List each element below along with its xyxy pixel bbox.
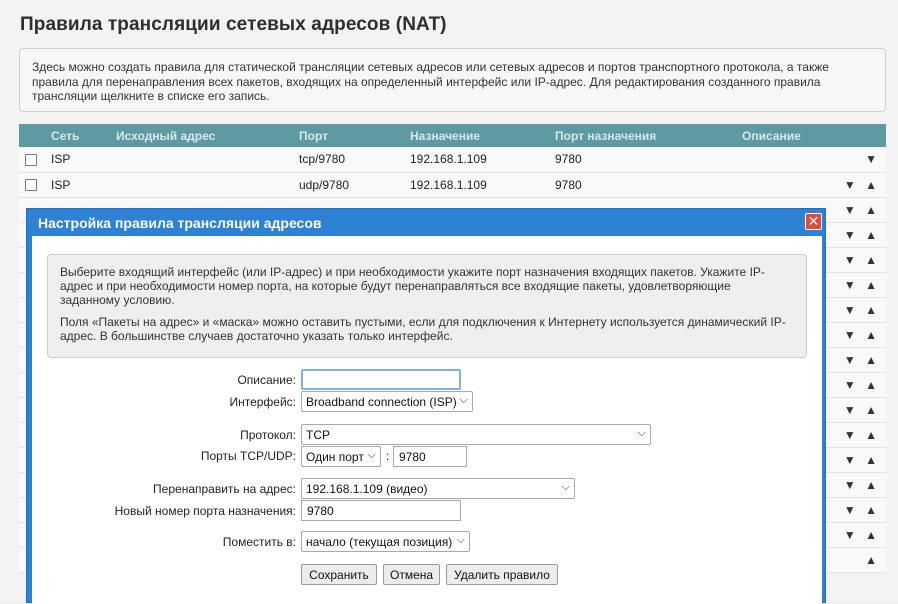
protocol-select[interactable]: TCP ⌵	[301, 424, 651, 445]
column-header-network: Сеть	[51, 128, 80, 143]
column-header-description: Описание	[742, 128, 801, 143]
interface-select-value: Broadband connection (ISP)	[306, 395, 457, 409]
cell-destination: 192.168.1.109	[410, 152, 487, 167]
move-arrows-icon[interactable]: ▼ ▲	[844, 328, 880, 342]
move-arrows-icon[interactable]: ▼ ▲	[844, 253, 880, 267]
move-arrows-icon[interactable]: ▼ ▲	[844, 303, 880, 317]
cell-network: ISP	[51, 152, 71, 167]
ports-mode-select[interactable]: Один порт ⌵	[301, 446, 381, 467]
move-arrows-icon[interactable]: ▼ ▲	[844, 178, 880, 192]
move-arrows-icon[interactable]: ▼	[865, 152, 880, 166]
page-title: Правила трансляции сетевых адресов (NAT)	[20, 14, 447, 35]
cancel-button[interactable]: Отмена	[383, 564, 440, 585]
dialog-info-paragraph: Выберите входящий интерфейс (или IP-адре…	[60, 265, 765, 307]
page-info-box: Здесь можно создать правила для статичес…	[19, 48, 886, 112]
move-arrows-icon[interactable]: ▲	[865, 553, 880, 567]
column-header-destination: Назначение	[410, 128, 481, 143]
move-arrows-icon[interactable]: ▼ ▲	[844, 403, 880, 417]
column-header-dest-port: Порт назначения	[555, 128, 657, 143]
dialog-titlebar[interactable]: Настройка правила трансляции адресов ✕	[27, 209, 825, 236]
place-select[interactable]: начало (текущая позиция) ⌵	[301, 531, 470, 552]
cell-source	[116, 172, 299, 197]
table-header-row: Сеть Исходный адрес Порт Назначение Порт…	[19, 124, 886, 147]
new-port-label: Новый номер порта назначения:	[114, 504, 296, 518]
chevron-down-icon: ⌵	[456, 534, 465, 546]
description-input[interactable]	[301, 369, 461, 390]
protocol-select-value: TCP	[306, 428, 330, 442]
move-arrows-icon[interactable]: ▼ ▲	[844, 503, 880, 517]
interface-label: Интерфейс:	[229, 395, 296, 409]
cell-description	[742, 147, 842, 172]
move-arrows-icon[interactable]: ▼ ▲	[844, 428, 880, 442]
save-button[interactable]: Сохранить	[301, 564, 377, 585]
description-label: Описание:	[237, 373, 296, 387]
move-arrows-icon[interactable]: ▼ ▲	[844, 528, 880, 542]
cell-description	[742, 172, 842, 197]
interface-select[interactable]: Broadband connection (ISP) ⌵	[301, 391, 473, 412]
cell-dest-port: 9780	[555, 177, 582, 192]
port-input[interactable]	[393, 446, 467, 467]
chevron-down-icon: ⌵	[561, 481, 570, 493]
ports-label: Порты TCP/UDP:	[200, 449, 296, 463]
place-select-value: начало (текущая позиция)	[306, 535, 453, 549]
cell-destination: 192.168.1.109	[410, 177, 487, 192]
delete-rule-button[interactable]: Удалить правило	[446, 564, 558, 585]
chevron-down-icon: ⌵	[367, 449, 376, 461]
move-arrows-icon[interactable]: ▼ ▲	[844, 228, 880, 242]
move-arrows-icon[interactable]: ▼ ▲	[844, 378, 880, 392]
new-port-input[interactable]	[301, 500, 461, 521]
row-checkbox[interactable]	[25, 179, 37, 192]
move-arrows-icon[interactable]: ▼ ▲	[844, 278, 880, 292]
move-arrows-icon[interactable]: ▼ ▲	[844, 353, 880, 367]
cell-port: udp/9780	[299, 177, 350, 192]
move-arrows-icon[interactable]: ▼ ▲	[844, 203, 880, 217]
cell-source	[116, 147, 299, 172]
move-arrows-icon[interactable]: ▼ ▲	[844, 453, 880, 467]
column-header-source: Исходный адрес	[116, 128, 216, 143]
dialog-title: Настройка правила трансляции адресов	[38, 215, 322, 231]
redirect-label: Перенаправить на адрес:	[153, 482, 296, 496]
place-label: Поместить в:	[222, 535, 296, 549]
chevron-down-icon: ⌵	[459, 394, 468, 406]
table-row[interactable]: ISP tcp/9780 192.168.1.109 9780 ▼	[19, 147, 886, 172]
dialog-body: Выберите входящий интерфейс (или IP-адре…	[32, 236, 822, 604]
move-arrows-icon[interactable]: ▼ ▲	[844, 478, 880, 492]
cell-dest-port: 9780	[555, 152, 582, 167]
close-icon[interactable]: ✕	[805, 213, 822, 230]
protocol-label: Протокол:	[240, 428, 296, 442]
dialog-info-box: Выберите входящий интерфейс (или IP-адре…	[47, 254, 807, 358]
nat-rule-dialog: Настройка правила трансляции адресов ✕ В…	[26, 208, 826, 604]
table-row[interactable]: ISP udp/9780 192.168.1.109 9780 ▼ ▲	[19, 172, 886, 197]
column-header-port: Порт	[299, 128, 329, 143]
cell-network: ISP	[51, 177, 71, 192]
redirect-address-value: 192.168.1.109 (видео)	[306, 482, 428, 496]
cell-port: tcp/9780	[299, 152, 346, 167]
chevron-down-icon: ⌵	[637, 427, 646, 439]
row-checkbox[interactable]	[25, 154, 37, 167]
port-separator: :	[386, 449, 390, 463]
redirect-address-select[interactable]: 192.168.1.109 (видео) ⌵	[301, 478, 575, 499]
ports-mode-value: Один порт	[306, 450, 364, 464]
dialog-info-paragraph: Поля «Пакеты на адрес» и «маска» можно о…	[60, 315, 786, 343]
